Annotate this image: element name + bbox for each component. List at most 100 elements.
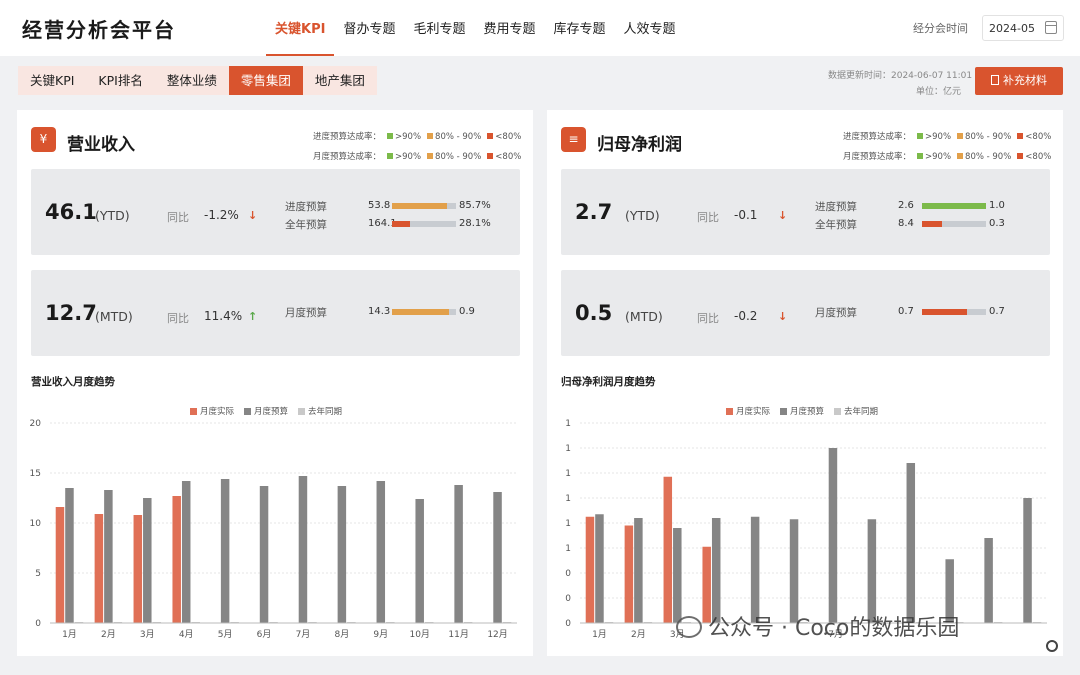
ytd-card: 2.7 (YTD) 同比 -0.1 ↓ 进度预算 2.6 1.0 全年预算 8.4 0.3 bbox=[561, 169, 1050, 255]
legend-swatch bbox=[427, 133, 434, 139]
subtab-key-kpi[interactable]: 关键KPI bbox=[18, 66, 87, 95]
budget-progress-fill bbox=[392, 203, 447, 209]
x-tick-label: 4月 bbox=[179, 629, 194, 640]
bar-budget[interactable] bbox=[906, 463, 916, 623]
bar-actual[interactable] bbox=[55, 507, 65, 623]
bar-actual[interactable] bbox=[585, 516, 595, 623]
bar-actual[interactable] bbox=[172, 496, 181, 623]
bar-budget[interactable] bbox=[454, 485, 463, 623]
mtd-card: 12.7 (MTD) 同比 11.4% ↑ 月度预算 14.3 0.9 bbox=[31, 270, 520, 356]
progress-rate-legend: 进度预算达成率： >90% 80% - 90% <80% bbox=[843, 130, 1051, 142]
bar-budget[interactable] bbox=[984, 538, 993, 623]
bar-budget[interactable] bbox=[298, 476, 308, 623]
yoy-value: 11.4% bbox=[204, 309, 243, 323]
bar-budget[interactable] bbox=[376, 481, 386, 623]
mtd-value: 0.5 bbox=[575, 301, 613, 325]
legend-swatch bbox=[957, 133, 964, 139]
bar-actual[interactable] bbox=[624, 525, 634, 624]
y-tick-label: 0 bbox=[35, 619, 41, 629]
bar-budget[interactable] bbox=[789, 519, 799, 623]
top-bar: 经营分析会平台 关键KPI 督办专题 毛利专题 费用专题 库存专题 人效专题 经… bbox=[0, 0, 1080, 56]
budget-progress-track bbox=[922, 203, 986, 209]
bar-budget[interactable] bbox=[259, 486, 269, 623]
legend-item: <80% bbox=[1017, 152, 1051, 162]
bar-budget[interactable] bbox=[595, 514, 604, 623]
x-tick-label: 6月 bbox=[257, 629, 272, 640]
month-picker-value: 2024-05 bbox=[989, 22, 1035, 35]
supplement-button[interactable]: 补充材料 bbox=[975, 67, 1063, 95]
y-tick-label: 1 bbox=[565, 419, 571, 429]
bar-actual[interactable] bbox=[94, 514, 104, 623]
bar-budget[interactable] bbox=[493, 492, 502, 623]
subtab-retail-group[interactable]: 零售集团 bbox=[228, 66, 303, 95]
nav-gross-profit[interactable]: 毛利专题 bbox=[404, 0, 474, 56]
x-tick-label: 3月 bbox=[140, 629, 155, 640]
mtd-tag: (MTD) bbox=[95, 309, 133, 324]
bar-budget[interactable] bbox=[1023, 498, 1032, 623]
legend-item-label: 80% - 90% bbox=[965, 132, 1012, 142]
budget-value: 8.4 bbox=[898, 218, 914, 229]
y-tick-label: 15 bbox=[30, 469, 41, 479]
budget-bar-row: 进度预算 2.6 1.0 bbox=[815, 199, 1045, 213]
update-time: 数据更新时间：2024-06-07 11:01 bbox=[828, 71, 973, 81]
budget-rate: 85.7% bbox=[459, 200, 491, 211]
budget-progress-track bbox=[922, 309, 986, 315]
budget-value: 0.7 bbox=[898, 306, 914, 317]
bar-budget[interactable] bbox=[415, 499, 424, 623]
x-tick-label: 11月 bbox=[448, 629, 468, 640]
bar-budget[interactable] bbox=[65, 488, 74, 623]
yoy-label: 同比 bbox=[167, 312, 189, 325]
subtab-kpi-ranking[interactable]: KPI排名 bbox=[86, 66, 155, 95]
budget-label: 全年预算 bbox=[815, 219, 857, 231]
legend-item: <80% bbox=[1017, 132, 1051, 142]
bar-budget[interactable] bbox=[828, 448, 838, 623]
budget-value: 53.8 bbox=[368, 200, 391, 211]
bar-actual[interactable] bbox=[663, 476, 673, 623]
ytd-value: 46.1 bbox=[45, 200, 97, 224]
bar-actual[interactable] bbox=[133, 515, 143, 623]
bar-budget[interactable] bbox=[104, 490, 113, 623]
bar-budget[interactable] bbox=[181, 481, 191, 623]
bar-budget[interactable] bbox=[673, 528, 682, 623]
nav-supervision[interactable]: 督办专题 bbox=[334, 0, 404, 56]
bar-budget[interactable] bbox=[634, 518, 643, 623]
budget-label: 全年预算 bbox=[285, 219, 327, 231]
bar-budget[interactable] bbox=[220, 479, 230, 623]
yoy-value: -0.2 bbox=[734, 309, 758, 323]
trend-chart-title: 营业收入月度趋势 bbox=[31, 376, 115, 388]
arrow-down-icon: ↓ bbox=[778, 310, 788, 323]
budget-bar-row: 进度预算 53.8 85.7% bbox=[285, 199, 515, 213]
sub-tabs: 关键KPI KPI排名 整体业绩 零售集团 地产集团 bbox=[18, 66, 377, 95]
bar-budget[interactable] bbox=[337, 486, 347, 623]
month-picker[interactable]: 2024-05 bbox=[982, 15, 1064, 41]
budget-label: 进度预算 bbox=[285, 201, 327, 213]
x-tick-label: 9月 bbox=[373, 629, 388, 640]
budget-rate: 0.9 bbox=[459, 306, 475, 317]
nav-expense[interactable]: 费用专题 bbox=[474, 0, 544, 56]
subtab-overall[interactable]: 整体业绩 bbox=[154, 66, 229, 95]
legend-swatch bbox=[917, 153, 924, 159]
calendar-icon[interactable] bbox=[1045, 21, 1057, 34]
legend-swatch bbox=[427, 153, 434, 159]
budget-label: 进度预算 bbox=[815, 201, 857, 213]
subtab-property-group[interactable]: 地产集团 bbox=[302, 66, 377, 95]
y-tick-label: 5 bbox=[35, 569, 41, 579]
budget-rate: 0.3 bbox=[989, 218, 1005, 229]
bar-budget[interactable] bbox=[867, 519, 877, 623]
nav-efficiency[interactable]: 人效专题 bbox=[615, 0, 685, 56]
yoy-label: 同比 bbox=[167, 211, 189, 224]
top-nav: 关键KPI 督办专题 毛利专题 费用专题 库存专题 人效专题 bbox=[266, 0, 685, 56]
bar-budget[interactable] bbox=[750, 516, 760, 623]
legend-item-label: <80% bbox=[1025, 132, 1052, 142]
legend-swatch bbox=[487, 153, 494, 159]
nav-inventory[interactable]: 库存专题 bbox=[545, 0, 615, 56]
arrow-up-icon: ↑ bbox=[248, 310, 258, 323]
bar-budget[interactable] bbox=[143, 498, 152, 623]
bar-budget[interactable] bbox=[711, 518, 721, 623]
legend-item-label: 80% - 90% bbox=[965, 152, 1012, 162]
nav-key-kpi[interactable]: 关键KPI bbox=[266, 0, 335, 56]
legend-item-label: >90% bbox=[925, 152, 952, 162]
budget-progress-track bbox=[392, 203, 456, 209]
settings-icon[interactable] bbox=[1046, 640, 1058, 652]
database-icon: ≡ bbox=[561, 127, 586, 152]
